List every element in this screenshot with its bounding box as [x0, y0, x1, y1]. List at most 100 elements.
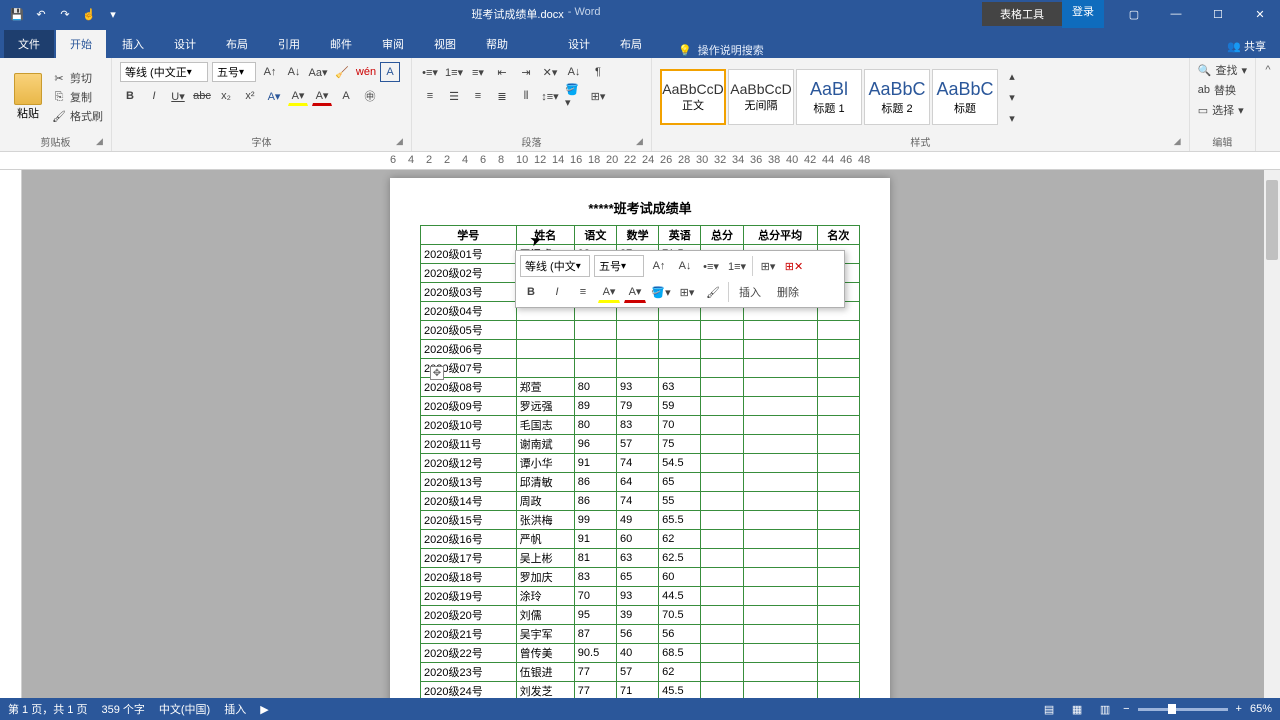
table-cell[interactable]: 60 [659, 568, 701, 587]
table-cell[interactable]: 57 [616, 663, 658, 682]
table-row[interactable]: 2020级24号刘发芝777145.5 [421, 682, 860, 699]
table-cell[interactable]: 95 [574, 606, 616, 625]
tab-table-layout[interactable]: 布局 [606, 30, 656, 58]
align-center-button[interactable]: ☰ [444, 86, 464, 106]
table-cell[interactable]: 86 [574, 473, 616, 492]
replace-button[interactable]: ab 替换 [1198, 82, 1247, 98]
format-painter-button[interactable]: 🖌格式刷 [52, 108, 103, 124]
table-cell[interactable] [743, 454, 817, 473]
table-cell[interactable]: 罗远强 [516, 397, 574, 416]
shrink-font-button[interactable]: A↓ [284, 62, 304, 82]
table-cell[interactable] [817, 340, 859, 359]
table-cell[interactable] [817, 416, 859, 435]
zoom-in-button[interactable]: + [1236, 703, 1242, 715]
table-move-handle[interactable]: ✥ [430, 366, 444, 380]
table-cell[interactable] [616, 321, 658, 340]
table-cell[interactable] [743, 359, 817, 378]
style-heading1[interactable]: AaBl标题 1 [796, 69, 862, 125]
table-cell[interactable]: 80 [574, 416, 616, 435]
table-cell[interactable]: 2020级21号 [421, 625, 517, 644]
font-name-combo[interactable]: 等线 (中文正 ▾ [120, 62, 208, 82]
table-cell[interactable]: 2020级16号 [421, 530, 517, 549]
sort-button[interactable]: A↓ [564, 62, 584, 82]
table-cell[interactable] [817, 378, 859, 397]
table-cell[interactable] [817, 511, 859, 530]
table-cell[interactable]: 77 [574, 682, 616, 699]
dec-indent-button[interactable]: ⇤ [492, 62, 512, 82]
table-cell[interactable]: 2020级02号 [421, 264, 517, 283]
table-cell[interactable] [701, 644, 743, 663]
table-cell[interactable] [817, 530, 859, 549]
web-layout-button[interactable]: ▥ [1095, 701, 1115, 717]
table-cell[interactable] [743, 435, 817, 454]
justify-button[interactable]: ≣ [492, 86, 512, 106]
table-cell[interactable]: 涂玲 [516, 587, 574, 606]
minimize-button[interactable]: — [1156, 0, 1196, 28]
table-cell[interactable]: 93 [616, 587, 658, 606]
enclose-char-button[interactable]: ㊥ [360, 86, 380, 106]
table-cell[interactable]: 周政 [516, 492, 574, 511]
table-cell[interactable] [701, 663, 743, 682]
clear-format-button[interactable]: 🧹 [332, 62, 352, 82]
bold-button[interactable]: B [120, 86, 140, 106]
table-cell[interactable] [701, 606, 743, 625]
char-shading-button[interactable]: A [336, 86, 356, 106]
style-nospacing[interactable]: AaBbCcD无间隔 [728, 69, 794, 125]
table-cell[interactable] [743, 397, 817, 416]
table-cell[interactable]: 93 [616, 378, 658, 397]
table-cell[interactable] [743, 568, 817, 587]
styles-more-button[interactable]: ▾ [1002, 108, 1022, 128]
tab-view[interactable]: 视图 [420, 30, 470, 58]
tab-help[interactable]: 帮助 [472, 30, 522, 58]
tab-references[interactable]: 引用 [264, 30, 314, 58]
table-cell[interactable]: 39 [616, 606, 658, 625]
tab-table-design[interactable]: 设计 [554, 30, 604, 58]
italic-button[interactable]: I [144, 86, 164, 106]
table-cell[interactable] [743, 473, 817, 492]
table-cell[interactable] [659, 359, 701, 378]
select-button[interactable]: ▭ 选择 ▾ [1198, 102, 1247, 118]
table-cell[interactable]: 70.5 [659, 606, 701, 625]
table-cell[interactable] [743, 606, 817, 625]
table-cell[interactable]: 2020级17号 [421, 549, 517, 568]
table-cell[interactable]: 严帆 [516, 530, 574, 549]
table-cell[interactable] [817, 321, 859, 340]
cut-button[interactable]: ✂剪切 [52, 70, 103, 86]
table-row[interactable]: 2020级20号刘儒953970.5 [421, 606, 860, 625]
table-cell[interactable] [701, 454, 743, 473]
table-cell[interactable] [817, 663, 859, 682]
highlight-button[interactable]: A▾ [288, 86, 308, 106]
table-cell[interactable] [701, 511, 743, 530]
styles-scroll-up[interactable]: ▴ [1002, 66, 1022, 86]
page-indicator[interactable]: 第 1 页，共 1 页 [8, 701, 87, 717]
table-cell[interactable]: 毛国志 [516, 416, 574, 435]
vertical-ruler[interactable] [0, 170, 22, 698]
superscript-button[interactable]: x² [240, 86, 260, 106]
table-cell[interactable] [817, 454, 859, 473]
table-cell[interactable]: 2020级14号 [421, 492, 517, 511]
table-cell[interactable] [743, 340, 817, 359]
tab-home[interactable]: 开始 [56, 30, 106, 58]
table-cell[interactable]: 55 [659, 492, 701, 511]
paste-button[interactable]: 粘贴 [8, 73, 48, 121]
table-cell[interactable]: 44.5 [659, 587, 701, 606]
table-cell[interactable]: 79 [616, 397, 658, 416]
table-row[interactable]: 2020级16号严帆916062 [421, 530, 860, 549]
line-spacing-button[interactable]: ↕≡▾ [540, 86, 560, 106]
table-cell[interactable]: 70 [659, 416, 701, 435]
table-cell[interactable] [743, 663, 817, 682]
table-cell[interactable] [701, 378, 743, 397]
mt-insert-button[interactable]: 插入 [733, 284, 767, 300]
table-cell[interactable]: 张洪梅 [516, 511, 574, 530]
table-row[interactable]: 2020级15号张洪梅994965.5 [421, 511, 860, 530]
table-cell[interactable]: 80 [574, 378, 616, 397]
table-cell[interactable]: 60 [616, 530, 658, 549]
table-cell[interactable] [516, 359, 574, 378]
table-cell[interactable] [817, 587, 859, 606]
table-row[interactable]: 2020级18号罗加庆836560 [421, 568, 860, 587]
table-cell[interactable]: 2020级09号 [421, 397, 517, 416]
table-row[interactable]: 2020级22号曾传美90.54068.5 [421, 644, 860, 663]
table-cell[interactable]: 2020级11号 [421, 435, 517, 454]
table-row[interactable]: 2020级13号邱清敏866465 [421, 473, 860, 492]
redo-button[interactable]: ↷ [54, 3, 76, 25]
